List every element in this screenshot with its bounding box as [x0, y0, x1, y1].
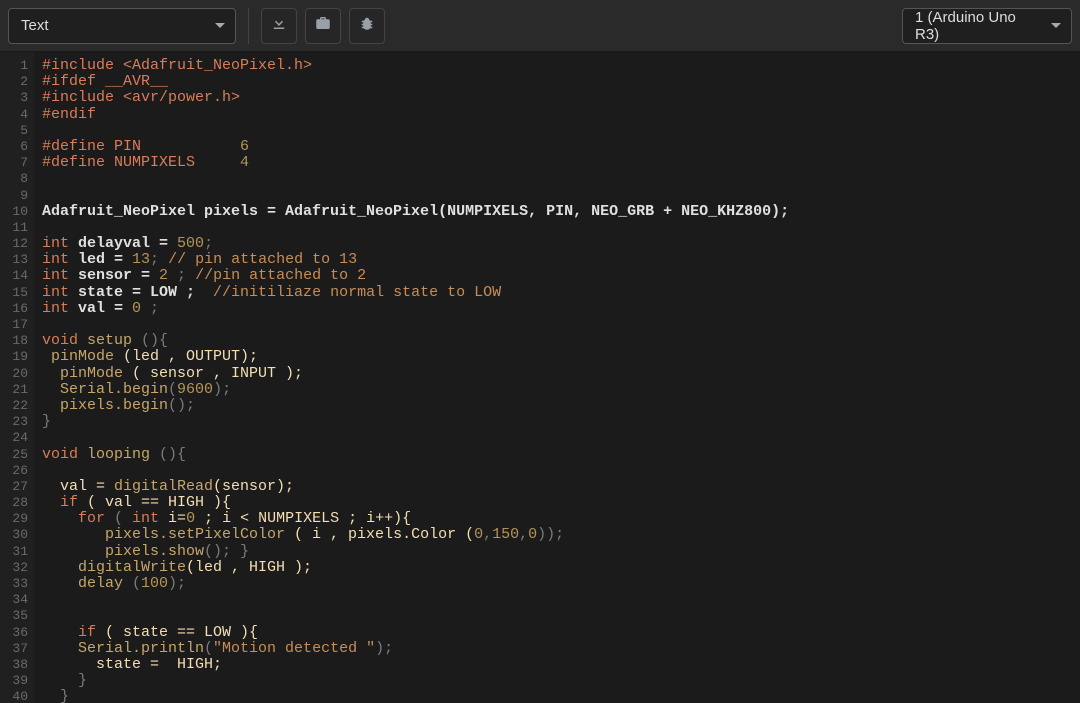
- mode-dropdown[interactable]: Text: [8, 8, 236, 44]
- code-line[interactable]: Serial.begin(9600);: [42, 382, 789, 398]
- code-line[interactable]: for ( int i=0 ; i < NUMPIXELS ; i++){: [42, 511, 789, 527]
- code-line[interactable]: [42, 592, 789, 608]
- code-line[interactable]: Adafruit_NeoPixel pixels = Adafruit_NeoP…: [42, 204, 789, 220]
- code-line[interactable]: pixels.setPixelColor ( i , pixels.Color …: [42, 527, 789, 543]
- briefcase-icon: [314, 14, 332, 37]
- download-button[interactable]: [261, 8, 297, 44]
- code-line[interactable]: #endif: [42, 107, 789, 123]
- code-editor[interactable]: 1234567891011121314151617181920212223242…: [0, 52, 1080, 703]
- code-line[interactable]: [42, 608, 789, 624]
- code-line[interactable]: int val = 0 ;: [42, 301, 789, 317]
- code-line[interactable]: [42, 463, 789, 479]
- code-line[interactable]: if ( val == HIGH ){: [42, 495, 789, 511]
- code-line[interactable]: Serial.println("Motion detected ");: [42, 641, 789, 657]
- code-line[interactable]: digitalWrite(led , HIGH );: [42, 560, 789, 576]
- code-line[interactable]: void setup (){: [42, 333, 789, 349]
- code-line[interactable]: }: [42, 673, 789, 689]
- code-line[interactable]: #define NUMPIXELS 4: [42, 155, 789, 171]
- library-button[interactable]: [305, 8, 341, 44]
- code-line[interactable]: int led = 13; // pin attached to 13: [42, 252, 789, 268]
- code-line[interactable]: }: [42, 414, 789, 430]
- code-line[interactable]: #include <avr/power.h>: [42, 90, 789, 106]
- code-line[interactable]: [42, 220, 789, 236]
- code-content[interactable]: #include <Adafruit_NeoPixel.h>#ifdef __A…: [34, 52, 789, 703]
- bug-icon: [358, 14, 376, 37]
- code-line[interactable]: pixels.begin();: [42, 398, 789, 414]
- code-line[interactable]: [42, 430, 789, 446]
- code-line[interactable]: #ifdef __AVR__: [42, 74, 789, 90]
- separator: [248, 8, 249, 44]
- code-line[interactable]: void looping (){: [42, 447, 789, 463]
- board-dropdown-label: 1 (Arduino Uno R3): [915, 9, 1043, 43]
- chevron-down-icon: [1051, 23, 1061, 28]
- code-line[interactable]: if ( state == LOW ){: [42, 625, 789, 641]
- code-line[interactable]: delay (100);: [42, 576, 789, 592]
- code-line[interactable]: val = digitalRead(sensor);: [42, 479, 789, 495]
- toolbar: Text 1 (Arduino Uno R3): [0, 0, 1080, 52]
- code-line[interactable]: pixels.show(); }: [42, 544, 789, 560]
- code-line[interactable]: #include <Adafruit_NeoPixel.h>: [42, 58, 789, 74]
- debug-button[interactable]: [349, 8, 385, 44]
- board-dropdown[interactable]: 1 (Arduino Uno R3): [902, 8, 1072, 44]
- code-line[interactable]: pinMode (led , OUTPUT);: [42, 349, 789, 365]
- line-number-gutter: 1234567891011121314151617181920212223242…: [0, 52, 34, 703]
- code-line[interactable]: int state = LOW ; //initiliaze normal st…: [42, 285, 789, 301]
- code-line[interactable]: [42, 171, 789, 187]
- code-line[interactable]: int sensor = 2 ; //pin attached to 2: [42, 268, 789, 284]
- mode-dropdown-label: Text: [21, 17, 49, 34]
- chevron-down-icon: [215, 23, 225, 28]
- code-line[interactable]: int delayval = 500;: [42, 236, 789, 252]
- code-line[interactable]: state = HIGH;: [42, 657, 789, 673]
- code-line[interactable]: #define PIN 6: [42, 139, 789, 155]
- download-icon: [270, 14, 288, 37]
- code-line[interactable]: [42, 123, 789, 139]
- code-line[interactable]: [42, 188, 789, 204]
- code-line[interactable]: [42, 317, 789, 333]
- code-line[interactable]: pinMode ( sensor , INPUT );: [42, 366, 789, 382]
- code-line[interactable]: }: [42, 689, 789, 703]
